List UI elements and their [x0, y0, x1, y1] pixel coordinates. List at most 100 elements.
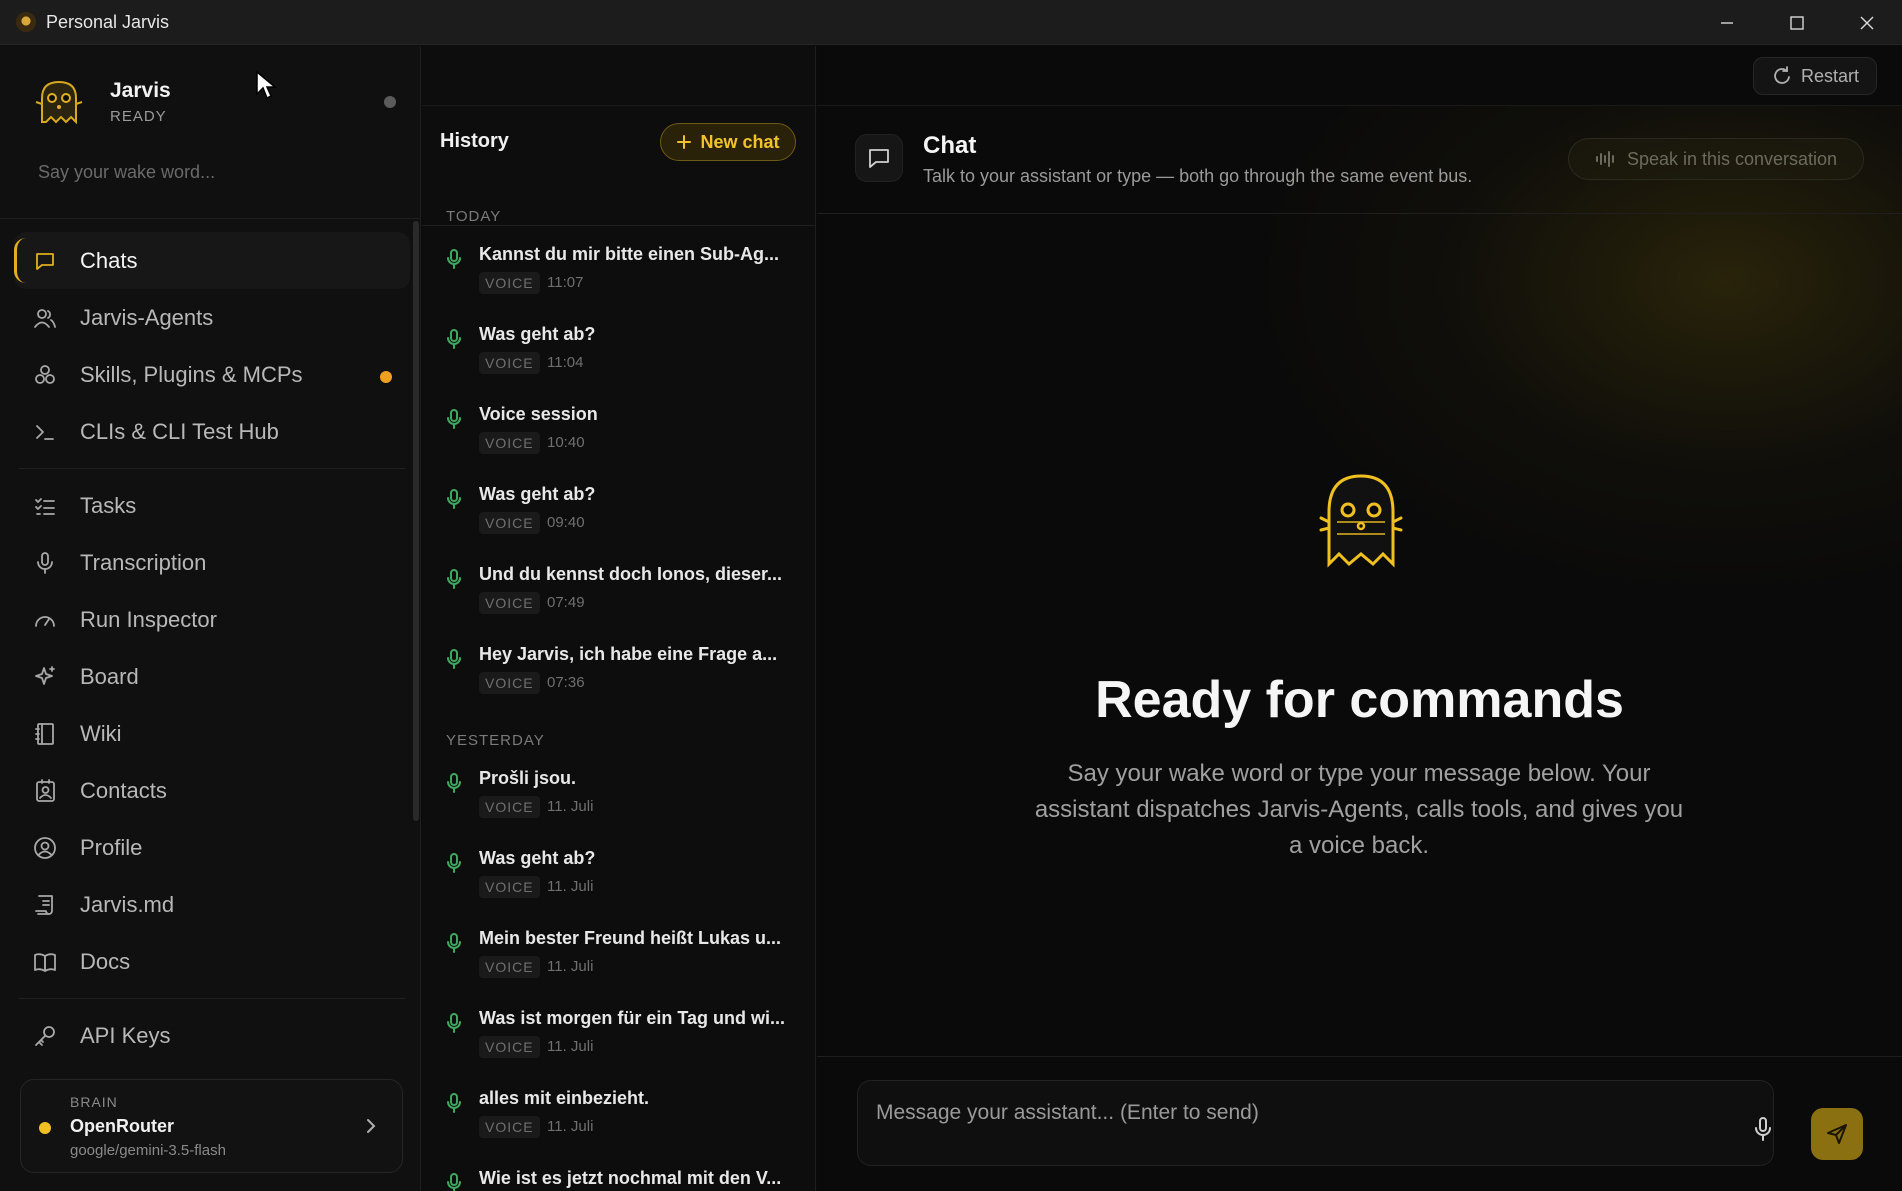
window-controls	[1692, 0, 1902, 45]
history-item[interactable]: Voice session VOICE 10:40	[422, 394, 816, 474]
microphone-button[interactable]	[1747, 1113, 1779, 1145]
sidebar-item-jarvis-md[interactable]: Jarvis.md	[14, 876, 410, 933]
terminal-icon	[32, 419, 58, 445]
sidebar-scrollbar[interactable]	[413, 221, 419, 821]
sidebar: Jarvis READY Say your wake word... Chats…	[0, 46, 421, 1191]
history-item-title: Was geht ab?	[479, 848, 596, 868]
history-item[interactable]: Was geht ab? VOICE 09:40	[422, 474, 816, 554]
new-chat-button[interactable]: New chat	[660, 123, 796, 161]
assistant-profile: Jarvis READY Say your wake word...	[0, 46, 421, 216]
history-item-title: Was ist morgen für ein Tag und wi...	[479, 1008, 786, 1028]
microphone-icon	[446, 648, 462, 675]
sidebar-item-api-keys[interactable]: API Keys	[14, 1007, 410, 1064]
scroll-icon	[32, 892, 58, 918]
history-item-title: alles mit einbezieht.	[479, 1088, 650, 1108]
history-item-tag: VOICE	[479, 592, 540, 614]
history-item-title: Mein bester Freund heißt Lukas u...	[479, 928, 782, 948]
history-item[interactable]: Hey Jarvis, ich habe eine Frage a... VOIC…	[422, 634, 816, 714]
history-item-time: 11. Juli	[547, 1038, 594, 1055]
history-item-tag: VOICE	[479, 796, 540, 818]
main-top-bar: Restart	[817, 46, 1902, 106]
history-item-time: 11:07	[547, 274, 584, 291]
send-button[interactable]	[1811, 1108, 1863, 1160]
brain-status-dot	[39, 1122, 51, 1134]
sidebar-item-board[interactable]: Board	[14, 648, 410, 705]
history-item-title: Voice session	[479, 404, 598, 424]
history-item-title: Kannst du mir bitte einen Sub-Ag...	[479, 244, 780, 264]
history-item[interactable]: Was ist morgen für ein Tag und wi... VOIC…	[422, 998, 816, 1078]
chat-bubble-icon	[855, 134, 903, 182]
sidebar-item-label: Docs	[80, 948, 131, 974]
sidebar-item-run-inspector[interactable]: Run Inspector	[14, 591, 410, 648]
history-group-label: TODAY	[446, 208, 502, 225]
history-item[interactable]: Kannst du mir bitte einen Sub-Ag... VOICE…	[422, 234, 816, 314]
maximize-button[interactable]	[1762, 0, 1832, 45]
sidebar-item-profile[interactable]: Profile	[14, 819, 410, 876]
sidebar-item-wiki[interactable]: Wiki	[14, 705, 410, 762]
message-input[interactable]: Message your assistant... (Enter to send…	[857, 1080, 1774, 1166]
sidebar-item-clis[interactable]: CLIs & CLI Test Hub	[14, 403, 410, 460]
close-icon	[1860, 16, 1874, 29]
history-item-title: Hey Jarvis, ich habe eine Frage a...	[479, 644, 778, 664]
microphone-icon	[446, 248, 462, 275]
history-item-tag: VOICE	[479, 876, 540, 898]
chat-subtitle: Talk to your assistant or type — both go…	[923, 166, 1473, 186]
modules-icon	[32, 362, 58, 388]
microphone-icon	[446, 568, 462, 595]
mouse-cursor-icon	[256, 70, 277, 100]
sidebar-item-label: Jarvis-Agents	[80, 304, 214, 330]
history-item-time: 11. Juli	[547, 878, 594, 895]
sidebar-item-tasks[interactable]: Tasks	[14, 477, 410, 534]
sidebar-item-transcription[interactable]: Transcription	[14, 534, 410, 591]
status-indicator	[384, 96, 396, 108]
divider	[18, 468, 406, 469]
sidebar-item-docs[interactable]: Docs	[14, 933, 410, 990]
sidebar-item-label: Profile	[80, 834, 143, 860]
sidebar-item-contacts[interactable]: Contacts	[14, 762, 410, 819]
message-input-placeholder: Message your assistant... (Enter to send…	[876, 1101, 1259, 1124]
history-item-title: Was geht ab?	[479, 324, 596, 344]
brain-model: google/gemini-3.5-flash	[70, 1142, 226, 1159]
history-item[interactable]: Prošli jsou. VOICE 11. Juli	[422, 758, 816, 838]
history-item[interactable]: Und du kennst doch Ionos, dieser... VOICE…	[422, 554, 816, 634]
restart-button[interactable]: Restart	[1753, 57, 1877, 95]
microphone-icon	[1755, 1117, 1771, 1141]
divider	[0, 218, 421, 219]
notification-badge	[380, 371, 392, 383]
jarvis-ghost-icon	[1319, 474, 1403, 568]
history-item[interactable]: Was geht ab? VOICE 11:04	[422, 314, 816, 394]
sidebar-item-chats[interactable]: Chats	[14, 232, 410, 289]
history-item[interactable]: alles mit einbezieht. VOICE 11. Juli	[422, 1078, 816, 1158]
history-item-title: Was geht ab?	[479, 484, 596, 504]
microphone-icon	[446, 328, 462, 355]
sidebar-item-label: Board	[80, 663, 139, 689]
history-item-tag: VOICE	[479, 1036, 540, 1058]
notebook-icon	[32, 721, 58, 747]
history-item[interactable]: Wie ist es jetzt nochmal mit den V...VOI…	[422, 1158, 816, 1191]
history-item-tag: VOICE	[479, 352, 540, 374]
empty-state-subtitle: Say your wake word or type your message …	[1034, 760, 1684, 859]
history-item-time: 07:49	[547, 594, 585, 611]
sidebar-item-jarvis-agents[interactable]: Jarvis-Agents	[14, 289, 410, 346]
microphone-icon	[446, 772, 462, 799]
sidebar-item-skills-plugins[interactable]: Skills, Plugins & MCPs	[14, 346, 410, 403]
history-item-time: 10:40	[547, 434, 585, 451]
refresh-icon	[1774, 66, 1790, 84]
send-icon	[1827, 1124, 1847, 1144]
microphone-icon	[446, 932, 462, 959]
empty-state-title: Ready for commands	[1095, 671, 1624, 729]
history-item[interactable]: Was geht ab? VOICE 11. Juli	[422, 838, 816, 918]
brain-selector[interactable]: BRAIN OpenRouter google/gemini-3.5-flash	[20, 1079, 403, 1173]
history-item-tag: VOICE	[479, 512, 540, 534]
speak-in-conversation-button[interactable]: Speak in this conversation	[1568, 138, 1864, 180]
plus-icon	[677, 135, 692, 149]
minimize-button[interactable]	[1692, 0, 1762, 45]
history-panel: History New chat TODAY Kannst du mir bit…	[422, 46, 816, 1191]
history-item[interactable]: Mein bester Freund heißt Lukas u... VOICE…	[422, 918, 816, 998]
sidebar-item-label: Tasks	[80, 492, 137, 518]
jarvis-avatar-icon	[35, 80, 83, 125]
users-icon	[32, 305, 58, 331]
history-item-time: 07:36	[547, 674, 585, 691]
assistant-status: READY	[110, 108, 167, 125]
close-button[interactable]	[1832, 0, 1902, 45]
